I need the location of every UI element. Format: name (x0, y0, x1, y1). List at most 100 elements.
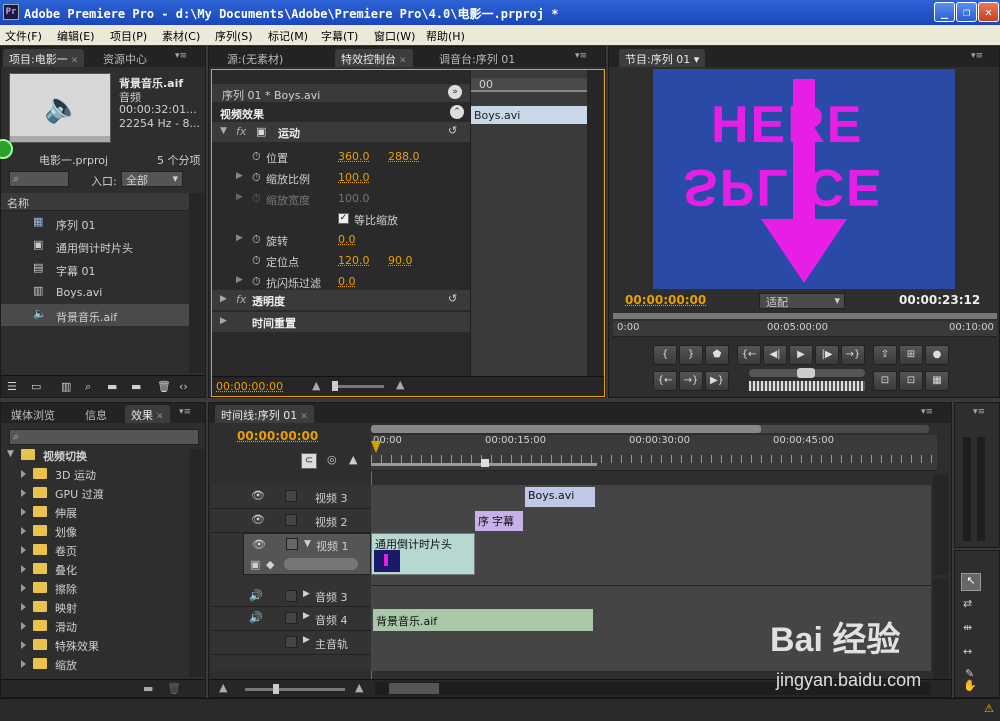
rate-stretch-tool-icon[interactable]: ↔ (963, 645, 972, 658)
stopwatch-icon[interactable]: ⏱ (252, 254, 261, 268)
expand-triangle-icon[interactable]: ▶ (303, 589, 310, 599)
expand-triangle-icon[interactable]: ▶ (236, 275, 243, 285)
in-select[interactable]: 全部 ▾ (121, 171, 183, 187)
motion-row[interactable]: ▼ fx ▣ 运动 ↺ (212, 122, 470, 142)
program-ruler[interactable]: 0:00 00:05:00:00 00:10:00 (613, 321, 997, 337)
lock-toggle[interactable] (285, 514, 297, 526)
stopwatch-icon[interactable]: ⏱ (252, 171, 261, 185)
work-area-handle[interactable] (481, 459, 489, 467)
speaker-icon[interactable]: 🔊 (249, 589, 263, 602)
list-item[interactable]: ▣ 通用倒计时片头 (1, 235, 189, 257)
jog-disk[interactable] (749, 381, 865, 391)
extract-button[interactable]: ⊞ (899, 345, 923, 365)
close-button[interactable]: ✕ (978, 2, 999, 22)
ec-timecode[interactable]: 00:00:00:00 (216, 380, 283, 393)
expand-triangle-icon[interactable] (21, 508, 26, 516)
clip-boys[interactable]: Boys.avi (525, 487, 595, 507)
menu-project[interactable]: 项目(P) (110, 28, 147, 44)
set-out-button[interactable]: } (679, 345, 703, 365)
expand-triangle-icon[interactable] (21, 603, 26, 611)
time-remap-row[interactable]: ▶ 时间重置 (212, 312, 470, 332)
video-scrollbar[interactable] (933, 475, 949, 575)
opacity-row[interactable]: ▶ fx 透明度 ↺ (212, 290, 470, 310)
viewing-area-bar[interactable] (371, 425, 929, 433)
selection-tool-icon[interactable]: ↖ (961, 573, 981, 591)
zoom-slider[interactable] (332, 381, 384, 391)
panel-menu-icon[interactable]: ▾≡ (175, 51, 193, 63)
tab-resource-center[interactable]: 资源中心 (97, 49, 153, 67)
zoom-out-icon[interactable]: ▲ (312, 379, 320, 392)
safe-margins-button[interactable]: ⊡ (873, 371, 897, 391)
maximize-button[interactable]: ❐ (956, 2, 977, 22)
project-search-input[interactable]: ⌕ (9, 171, 69, 187)
rotation-value[interactable]: 0.0 (338, 233, 356, 246)
zoom-in-icon[interactable]: ▲ (396, 378, 404, 391)
zoom-slider[interactable] (245, 684, 345, 694)
antiflicker-value[interactable]: 0.0 (338, 275, 356, 288)
menu-marker[interactable]: 标记(M) (268, 28, 308, 44)
tab-audio-mixer[interactable]: 调音台:序列 01 (433, 49, 521, 67)
panel-menu-icon[interactable]: ▾≡ (921, 407, 939, 419)
expand-triangle-icon[interactable] (21, 527, 26, 535)
go-next-edit-button[interactable]: →} (679, 371, 703, 391)
step-forward-button[interactable]: |▶ (815, 345, 839, 365)
eye-icon[interactable]: 👁 (252, 538, 266, 551)
scale-value[interactable]: 100.0 (338, 171, 370, 184)
hand-tool-icon[interactable]: ✋ (963, 679, 977, 692)
delete-icon[interactable]: 🗑 (157, 380, 171, 393)
menu-help[interactable]: 帮助(H) (426, 28, 465, 44)
reset-icon[interactable]: ↺ (448, 124, 457, 137)
expand-triangle-icon[interactable]: ▶ (303, 635, 310, 645)
stopwatch-icon[interactable]: ⏱ (252, 275, 261, 289)
expand-icon[interactable]: ‹› (179, 380, 188, 393)
program-timecode[interactable]: 00:00:00:00 (625, 293, 706, 307)
expand-triangle-icon[interactable] (21, 489, 26, 497)
panel-menu-icon[interactable]: ▾≡ (973, 407, 991, 419)
set-keyframe-icon[interactable]: ◎ (327, 453, 337, 466)
keyframe-icon[interactable]: ◆ (266, 558, 274, 571)
new-bin-icon[interactable]: ▬ (143, 682, 153, 695)
new-bin-icon[interactable]: ▬ (107, 380, 117, 393)
delete-icon[interactable]: 🗑 (167, 682, 181, 695)
trim-button[interactable]: ▦ (925, 371, 949, 391)
tab-project[interactable]: 项目:电影一 ✕ (3, 49, 85, 67)
stopwatch-icon[interactable]: ⏱ (252, 150, 261, 164)
clip-title-transition[interactable]: 序 (475, 511, 489, 531)
expand-triangle-icon[interactable]: ▼ (220, 126, 227, 136)
snap-icon[interactable]: ⊂ (301, 453, 317, 469)
menu-edit[interactable]: 编辑(E) (57, 28, 95, 44)
lock-toggle[interactable] (285, 490, 297, 502)
uniform-scale-checkbox[interactable]: ✓ (338, 213, 349, 224)
clip-countdown[interactable]: 通用倒计时片头 (371, 533, 475, 575)
expand-triangle-icon[interactable] (21, 584, 26, 592)
effects-search-input[interactable]: ⌕ (9, 429, 199, 445)
fit-select[interactable]: 适配 ▾ (759, 293, 845, 309)
expand-triangle-icon[interactable] (21, 546, 26, 554)
go-prev-edit-button[interactable]: {← (653, 371, 677, 391)
lock-toggle[interactable] (285, 612, 297, 624)
tab-program[interactable]: 节目:序列 01 ▾ (619, 49, 706, 67)
speaker-icon[interactable]: 🔊 (249, 611, 263, 624)
shuttle-slider[interactable] (749, 368, 865, 378)
timeline-timecode[interactable]: 00:00:00:00 (237, 429, 318, 443)
eye-icon[interactable]: 👁 (251, 489, 265, 502)
play-in-out-button[interactable]: ▶} (705, 371, 729, 391)
track-select-tool-icon[interactable]: ⇄ (963, 597, 972, 610)
scrollbar[interactable] (189, 193, 205, 373)
menu-file[interactable]: 文件(F) (5, 28, 42, 44)
position-y-value[interactable]: 288.0 (388, 150, 420, 163)
eye-icon[interactable]: 👁 (251, 513, 265, 526)
icon-view-icon[interactable]: ▭ (31, 380, 41, 393)
reset-icon[interactable]: ↺ (448, 292, 457, 305)
marker-button[interactable]: ⬟ (705, 345, 729, 365)
expand-triangle-icon[interactable]: ▶ (236, 233, 243, 243)
tab-effects[interactable]: 效果 ✕ (125, 405, 170, 423)
expand-triangle-icon[interactable] (21, 622, 26, 630)
display-style-icon[interactable]: ▣ (250, 558, 260, 571)
lock-toggle[interactable] (286, 538, 298, 550)
new-item-icon[interactable]: ▬ (131, 380, 141, 393)
clip-audio[interactable]: 背景音乐.aif (373, 609, 593, 631)
tab-timeline[interactable]: 时间线:序列 01 ✕ (215, 405, 314, 423)
effects-button[interactable]: ● (925, 345, 949, 365)
viewing-area-bar[interactable] (613, 313, 997, 319)
